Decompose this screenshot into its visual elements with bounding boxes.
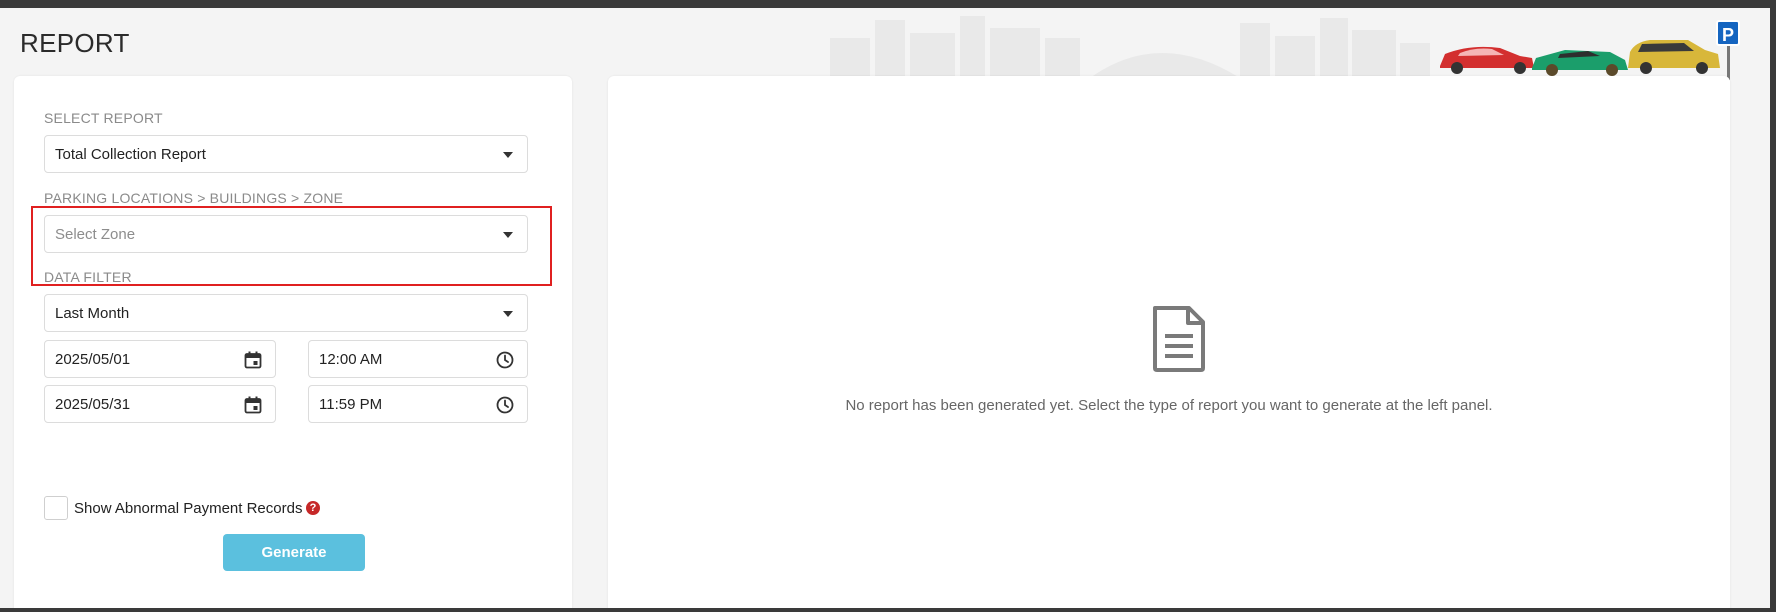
header-illustration — [830, 16, 1720, 78]
abnormal-payment-label: Show Abnormal Payment Records — [74, 500, 303, 517]
select-report-label: SELECT REPORT — [44, 110, 163, 126]
generate-button[interactable]: Generate — [223, 534, 365, 571]
red-car-illustration — [1440, 46, 1534, 74]
green-car-illustration — [1532, 50, 1628, 76]
zone-placeholder: Select Zone — [55, 226, 136, 243]
calendar-icon[interactable] — [243, 350, 263, 370]
clock-icon[interactable] — [495, 350, 515, 370]
caret-down-icon — [503, 152, 513, 158]
page-title: REPORT — [20, 28, 130, 58]
location-label: PARKING LOCATIONS > BUILDINGS > ZONE — [44, 190, 344, 206]
report-type-value: Total Collection Report — [55, 146, 206, 163]
end-date-input[interactable]: 2025/05/31 — [44, 385, 276, 423]
clock-icon[interactable] — [495, 395, 515, 415]
data-filter-select[interactable]: Last Month — [44, 294, 528, 332]
app-window: REPORT P SELECT REPORT Total Collection … — [0, 8, 1770, 608]
document-icon — [1153, 306, 1205, 372]
caret-down-icon — [503, 232, 513, 238]
end-time-value: 11:59 PM — [319, 396, 383, 413]
end-time-input[interactable]: 11:59 PM — [308, 385, 528, 423]
report-type-select[interactable]: Total Collection Report — [44, 135, 528, 173]
sign-pole — [1727, 46, 1730, 80]
report-settings-panel: SELECT REPORT Total Collection Report PA… — [14, 76, 572, 608]
zone-select[interactable]: Select Zone — [44, 215, 528, 253]
end-date-value: 2025/05/31 — [55, 396, 131, 413]
skyline-illustration — [830, 16, 1430, 78]
report-output-panel: No report has been generated yet. Select… — [608, 76, 1730, 608]
yellow-car-illustration — [1628, 40, 1720, 74]
caret-down-icon — [503, 311, 513, 317]
start-date-value: 2025/05/01 — [55, 351, 131, 368]
empty-state-message: No report has been generated yet. Select… — [845, 397, 1493, 414]
start-date-input[interactable]: 2025/05/01 — [44, 340, 276, 378]
data-filter-value: Last Month — [55, 305, 130, 322]
abnormal-payment-checkbox[interactable] — [44, 496, 68, 520]
parking-sign-icon: P — [1716, 20, 1740, 46]
start-time-input[interactable]: 12:00 AM — [308, 340, 528, 378]
start-time-value: 12:00 AM — [319, 351, 383, 368]
data-filter-label: DATA FILTER — [44, 269, 132, 285]
question-circle-icon[interactable]: ? — [306, 501, 320, 515]
calendar-icon[interactable] — [243, 395, 263, 415]
